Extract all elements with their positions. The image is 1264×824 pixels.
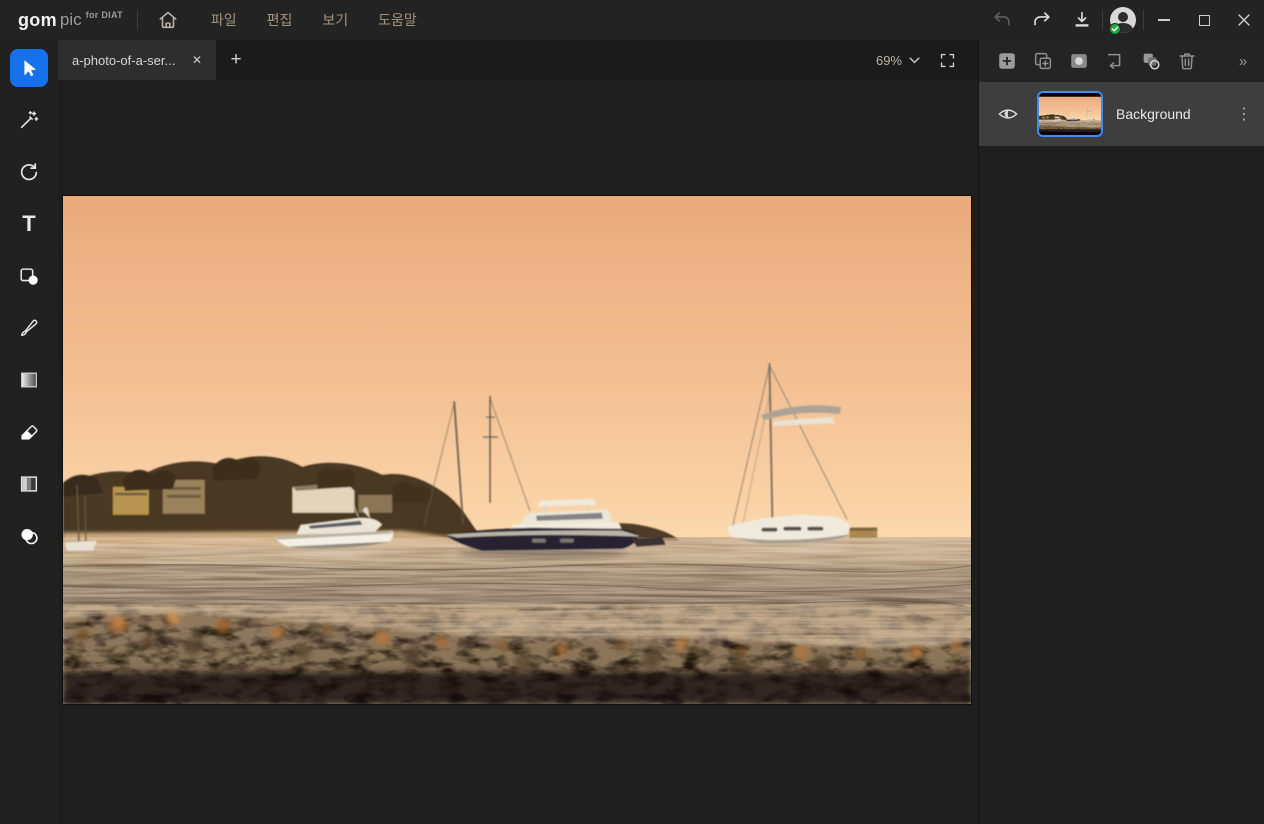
layer-menu-button[interactable]: ⋮	[1232, 104, 1256, 124]
shape-icon	[18, 265, 40, 287]
color-tool-button[interactable]	[10, 517, 48, 555]
maximize-icon	[1198, 14, 1210, 26]
tab-bar: a-photo-of-a-ser... ✕ + 69%	[58, 40, 978, 80]
new-tab-button[interactable]: +	[216, 40, 256, 80]
account-button[interactable]	[1103, 0, 1143, 40]
redo-icon	[1031, 9, 1053, 31]
minimize-button[interactable]	[1144, 0, 1184, 40]
rotate-tool-button[interactable]	[10, 153, 48, 191]
view-controls: 69%	[874, 45, 978, 75]
trash-icon	[1176, 50, 1198, 72]
layer-transform-icon	[1104, 50, 1126, 72]
add-layer-button[interactable]	[989, 45, 1025, 77]
rotate-icon	[18, 161, 40, 183]
main-area: T a-photo-of-a-ser... ✕ + 69% » Backgrou…	[0, 40, 1264, 824]
logo-pic: pic	[59, 10, 82, 29]
close-button[interactable]	[1224, 0, 1264, 40]
home-button[interactable]	[148, 0, 188, 40]
minimize-icon	[1158, 19, 1170, 21]
filter-adjust-icon	[18, 369, 40, 391]
shape-tool-button[interactable]	[10, 257, 48, 295]
layer-name: Background	[1116, 106, 1191, 122]
select-tool-button[interactable]	[10, 49, 48, 87]
magic-wand-tool-button[interactable]	[10, 101, 48, 139]
brush-icon	[18, 317, 40, 339]
undo-button[interactable]	[982, 0, 1022, 40]
document-tab[interactable]: a-photo-of-a-ser... ✕	[58, 40, 216, 80]
layer-thumbnail-image	[1039, 93, 1101, 135]
filter-adjust-tool-button[interactable]	[10, 361, 48, 399]
menu-edit[interactable]: 편집	[252, 0, 308, 40]
app-logo: gom pic for DIAT	[0, 10, 137, 31]
layers-toolbar: »	[979, 40, 1264, 82]
fullscreen-icon	[939, 52, 956, 69]
eye-icon	[997, 103, 1019, 125]
layers-panel-body	[979, 146, 1264, 824]
merge-layers-icon	[1140, 50, 1162, 72]
menu-file[interactable]: 파일	[196, 0, 252, 40]
delete-layer-button[interactable]	[1169, 45, 1205, 77]
close-icon	[1237, 13, 1251, 27]
zoom-select[interactable]: 69%	[874, 49, 922, 72]
menubar: 파일 편집 보기 도움말	[196, 0, 432, 40]
layer-mask-button[interactable]	[1061, 45, 1097, 77]
eraser-icon	[18, 421, 40, 443]
editor-column: a-photo-of-a-ser... ✕ + 69%	[58, 40, 978, 824]
brush-tool-button[interactable]	[10, 309, 48, 347]
logo-gom: gom	[18, 9, 57, 30]
fit-screen-button[interactable]	[932, 45, 962, 75]
layer-thumbnail[interactable]	[1037, 91, 1103, 137]
layer-row-background[interactable]: Background ⋮	[979, 82, 1264, 146]
color-icon	[18, 525, 40, 547]
gradient-icon	[18, 473, 40, 495]
login-status-badge	[1109, 23, 1121, 35]
magic-wand-icon	[18, 109, 40, 131]
download-button[interactable]	[1062, 0, 1102, 40]
download-icon	[1071, 9, 1093, 31]
add-layer-icon	[996, 50, 1018, 72]
zoom-value: 69%	[875, 52, 902, 68]
logo-suffix: for DIAT	[85, 10, 123, 20]
tab-close-icon[interactable]: ✕	[186, 49, 208, 71]
photo-sunset-harbor	[63, 196, 971, 704]
topbar-actions	[982, 0, 1264, 40]
tab-title: a-photo-of-a-ser...	[72, 52, 176, 68]
cursor-icon	[18, 57, 40, 79]
redo-button[interactable]	[1022, 0, 1062, 40]
text-tool-button[interactable]: T	[10, 205, 48, 243]
layer-transform-button[interactable]	[1097, 45, 1133, 77]
merge-layers-button[interactable]	[1133, 45, 1169, 77]
duplicate-layer-button[interactable]	[1025, 45, 1061, 77]
chevron-down-icon	[909, 56, 920, 64]
collapse-panel-button[interactable]: »	[1228, 53, 1258, 70]
maximize-button[interactable]	[1184, 0, 1224, 40]
visibility-toggle[interactable]	[993, 99, 1023, 129]
layer-mask-icon	[1068, 50, 1090, 72]
topbar: gom pic for DIAT 파일 편집 보기 도움말	[0, 0, 1264, 40]
tool-rail: T	[0, 40, 58, 824]
canvas-workspace[interactable]	[58, 80, 978, 824]
duplicate-layer-icon	[1032, 50, 1054, 72]
menu-help[interactable]: 도움말	[363, 0, 432, 40]
text-tool-icon: T	[22, 211, 36, 236]
gradient-tool-button[interactable]	[10, 465, 48, 503]
canvas-photo[interactable]	[62, 195, 972, 705]
eraser-tool-button[interactable]	[10, 413, 48, 451]
divider	[136, 11, 138, 29]
menu-view[interactable]: 보기	[307, 0, 363, 40]
home-icon	[157, 9, 179, 31]
layers-panel: » Background ⋮	[978, 40, 1264, 824]
undo-icon	[991, 9, 1013, 31]
